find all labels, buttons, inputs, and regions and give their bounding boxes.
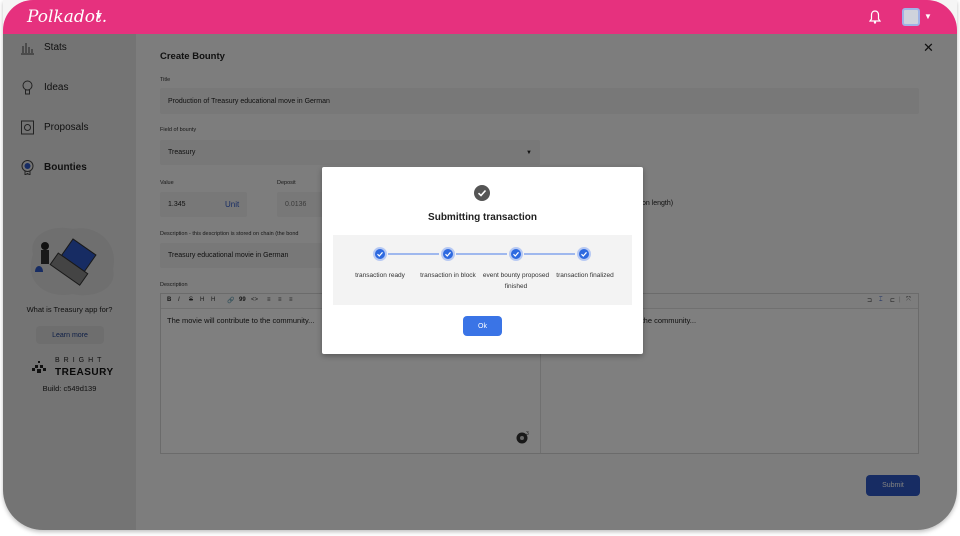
submitting-transaction-modal: Submitting transaction transaction ready…: [322, 167, 643, 354]
step-check-icon: [577, 247, 591, 261]
network-caret-icon[interactable]: ▼: [95, 12, 103, 21]
step-connector: [524, 253, 575, 255]
app-window: Polkadot. ▼ ▼ Stats Ideas Proposals Boun…: [3, 0, 957, 530]
check-circle-icon: [474, 185, 490, 201]
step-check-icon: [509, 247, 523, 261]
step-check-icon: [441, 247, 455, 261]
step-check-icon: [373, 247, 387, 261]
ok-button[interactable]: Ok: [463, 316, 502, 336]
step-connector: [456, 253, 507, 255]
modal-title: Submitting transaction: [428, 212, 537, 223]
account-caret-icon[interactable]: ▼: [924, 12, 932, 21]
transaction-stepper: transaction ready transaction in block e…: [333, 235, 632, 305]
bell-icon[interactable]: [869, 10, 881, 24]
top-bar: Polkadot. ▼ ▼: [3, 0, 957, 34]
avatar[interactable]: [902, 8, 920, 26]
step-connector: [388, 253, 439, 255]
step-label: transaction finalized: [556, 272, 614, 279]
step-label: transaction ready: [355, 272, 405, 279]
step-label: transaction in block: [420, 272, 476, 279]
step-label: event bounty proposed finished: [482, 272, 550, 290]
